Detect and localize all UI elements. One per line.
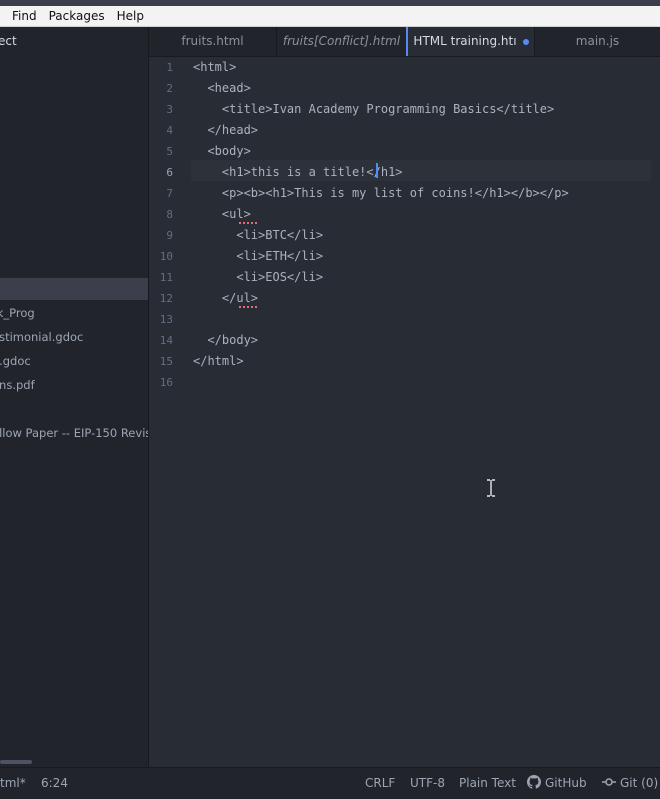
line-number: 10 (159, 250, 173, 263)
git-commit-icon (602, 778, 616, 786)
line-number: 16 (159, 376, 173, 389)
tab-bar: fruits.html fruits[Conflict].html HTML t… (149, 27, 660, 57)
line-number: 5 (166, 145, 173, 158)
line-number: 15 (159, 355, 173, 368)
line-number: 11 (159, 271, 173, 284)
line-number: 1 (166, 61, 173, 74)
code-line: <title>Ivan Academy Programming Basics</… (193, 102, 555, 116)
project-header[interactable]: ect (0, 27, 148, 55)
text-editor[interactable]: 1 2 3 4 5 6 7 8 9 10 11 12 13 14 15 16 <… (149, 57, 660, 767)
line-number: 3 (166, 103, 173, 116)
line-number: 4 (166, 124, 173, 137)
tab-fruits-conflict-html[interactable]: fruits[Conflict].html (277, 27, 407, 56)
status-bar: tml* 6:24 CRLF UTF-8 Plain Text GitHub G… (0, 767, 660, 799)
status-encoding[interactable]: UTF-8 (410, 768, 445, 799)
ibeam-cursor-icon (487, 479, 495, 497)
status-github[interactable]: GitHub (527, 768, 587, 799)
code-line: <h1>this is a title!</h1> (193, 165, 403, 179)
line-number: 7 (166, 187, 173, 200)
code-line: <p><b><h1>This is my list of coins!</h1>… (193, 186, 569, 200)
tree-item[interactable]: rk_Prog (0, 303, 35, 323)
code-line: </body> (193, 333, 259, 347)
status-grammar[interactable]: Plain Text (459, 768, 516, 799)
code-line: <head> (193, 81, 251, 95)
status-git[interactable]: Git (0) (602, 768, 658, 799)
tab-main-js[interactable]: main.js (535, 27, 660, 56)
line-number: 12 (159, 292, 173, 305)
tree-view: ect l rk_Prog estimonial.gdoc e.gdoc ons… (0, 27, 149, 767)
code-line: <li>BTC</li> (193, 228, 324, 242)
code-line: </head> (193, 123, 259, 137)
menu-packages[interactable]: Packages (43, 6, 111, 26)
modified-dot-icon (522, 38, 529, 45)
tree-item-selected[interactable] (0, 278, 148, 300)
tab-fruits-html[interactable]: fruits.html (149, 27, 277, 56)
tab-html-training[interactable]: HTML training.htı (406, 27, 535, 56)
menu-find[interactable]: Find (0, 6, 43, 26)
code-line: <li>ETH</li> (193, 249, 324, 263)
code-line: </html> (193, 354, 244, 368)
status-line-ending[interactable]: CRLF (365, 768, 395, 799)
status-file-name[interactable]: tml* (0, 768, 26, 799)
line-number: 2 (166, 82, 173, 95)
menu-bar: Find Packages Help (0, 6, 660, 27)
code-line: <li>EOS</li> (193, 270, 324, 284)
line-number: 8 (166, 208, 173, 221)
text-caret (376, 163, 378, 178)
tree-item[interactable]: e.gdoc (0, 351, 31, 371)
line-number: 9 (166, 229, 173, 242)
tree-item[interactable]: ellow Paper -- EIP-150 Revisi (0, 423, 148, 443)
code-line: <html> (193, 60, 237, 74)
status-cursor-position[interactable]: 6:24 (41, 768, 68, 799)
line-number: 13 (159, 313, 173, 326)
github-icon (527, 775, 541, 789)
line-number: 14 (159, 334, 173, 347)
menu-help[interactable]: Help (111, 6, 150, 26)
tree-item[interactable]: ons.pdf (0, 375, 35, 395)
lint-squiggle (239, 304, 257, 308)
sidebar-horizontal-scrollbar[interactable] (0, 760, 32, 764)
code-line: <body> (193, 144, 251, 158)
lint-squiggle (239, 220, 257, 224)
tree-item[interactable]: estimonial.gdoc (0, 327, 83, 347)
line-number: 6 (166, 166, 173, 179)
